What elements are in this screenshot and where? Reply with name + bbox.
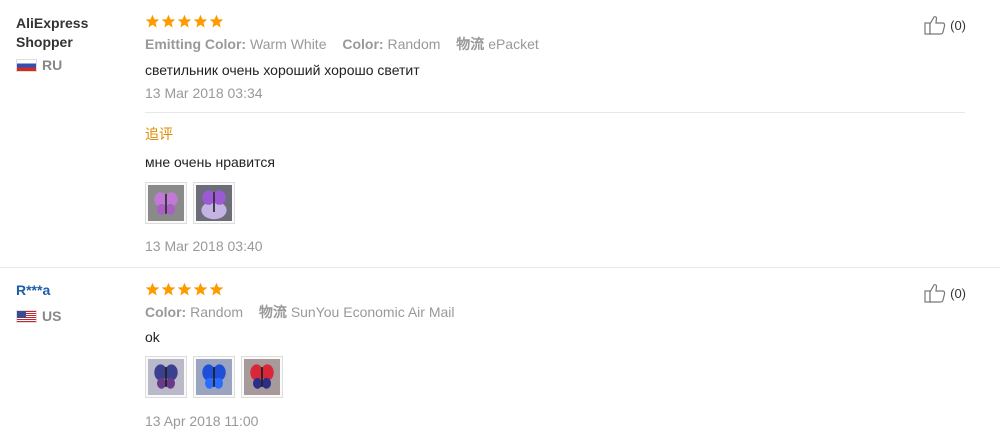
photo-thumbnail[interactable] (145, 182, 187, 224)
review-item: AliExpress Shopper RU Emitting Color: Wa… (0, 0, 1000, 268)
photo-thumbnail[interactable] (193, 356, 235, 398)
like-count: (0) (950, 285, 966, 301)
review-text: светильник очень хороший хорошо светит (145, 62, 420, 78)
photo-thumbnail[interactable] (241, 356, 283, 398)
additional-review: 追评 мне очень нравится 13 Mar 2018 03:40 (145, 124, 965, 254)
attr-value: Warm White (250, 36, 327, 52)
followup-date: 13 Mar 2018 03:40 (145, 238, 263, 254)
butterfly-photo-icon (148, 185, 184, 221)
like-button[interactable]: (0) (924, 283, 966, 303)
followup-title: 追评 (145, 126, 173, 142)
photo-thumbnail[interactable] (145, 356, 187, 398)
butterfly-photo-icon (148, 359, 184, 395)
reviewer-info: AliExpress Shopper RU (16, 14, 126, 74)
star-icon (209, 282, 224, 296)
followup-text: мне очень нравится (145, 154, 275, 170)
star-icon (161, 282, 176, 296)
star-rating (145, 14, 965, 30)
like-count: (0) (950, 17, 966, 33)
star-icon (193, 282, 208, 296)
reviewer-country: US (16, 307, 126, 325)
review-date: 13 Mar 2018 03:34 (145, 85, 263, 101)
attr-key: Color: (342, 36, 384, 52)
order-attributes: Color: Random 物流 SunYou Economic Air Mai… (145, 304, 965, 320)
review-body: Color: Random 物流 SunYou Economic Air Mai… (145, 282, 965, 429)
star-icon (177, 282, 192, 296)
star-rating (145, 282, 965, 298)
attr-key: 物流 (258, 304, 287, 320)
attr-key: 物流 (456, 36, 485, 52)
review-item: R***a US Color: Random 物流 SunYou Economi… (0, 268, 1000, 444)
star-icon (161, 14, 176, 28)
reviewer-name[interactable]: R***a (16, 281, 126, 300)
review-date: 13 Apr 2018 11:00 (145, 413, 259, 429)
thumbs-up-icon (924, 284, 946, 303)
attr-value: Random (387, 36, 441, 52)
divider (145, 112, 965, 113)
reviewer-info: R***a US (16, 281, 126, 325)
star-icon (145, 282, 160, 296)
attr-value: ePacket (488, 36, 539, 52)
attr-key: Color: (145, 304, 187, 320)
butterfly-photo-icon (244, 359, 280, 395)
attr-value: Random (190, 304, 244, 320)
butterfly-photo-icon (196, 359, 232, 395)
like-button[interactable]: (0) (924, 15, 966, 35)
star-icon (209, 14, 224, 28)
butterfly-photo-icon (196, 185, 232, 221)
reviewer-country: RU (16, 56, 126, 74)
attr-value: SunYou Economic Air Mail (290, 304, 455, 320)
reviewer-name: AliExpress Shopper (16, 15, 89, 50)
review-photos (145, 356, 965, 398)
order-attributes: Emitting Color: Warm White Color: Random… (145, 36, 965, 52)
star-icon (177, 14, 192, 28)
usa-flag-icon (16, 309, 37, 323)
review-text: ok (145, 329, 160, 345)
star-icon (193, 14, 208, 28)
photo-thumbnail[interactable] (193, 182, 235, 224)
country-code: RU (42, 57, 63, 73)
russia-flag-icon (16, 58, 37, 72)
attr-key: Emitting Color: (145, 36, 247, 52)
review-photos (145, 182, 965, 224)
country-code: US (42, 308, 62, 324)
review-body: Emitting Color: Warm White Color: Random… (145, 14, 965, 101)
star-icon (145, 14, 160, 28)
thumbs-up-icon (924, 16, 946, 35)
